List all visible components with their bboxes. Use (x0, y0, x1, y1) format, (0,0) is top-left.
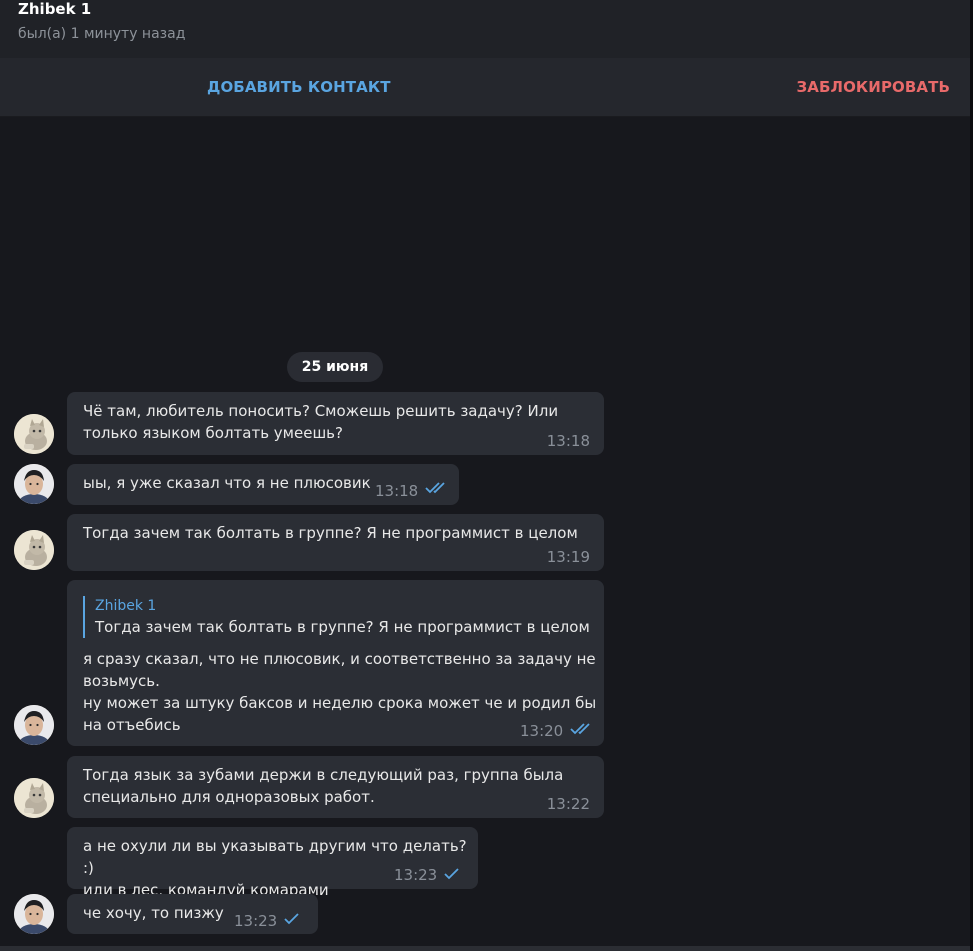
reply-author: Zhibek 1 (95, 598, 157, 614)
message-time: 13:19 (546, 548, 590, 566)
double-check-icon (425, 482, 445, 494)
chat-header[interactable]: Zhibek 1 был(а) 1 минуту назад (0, 0, 973, 59)
user-avatar[interactable] (14, 705, 54, 745)
message-bubble[interactable]: а не охули ли вы указывать другим что де… (67, 827, 478, 899)
single-check-icon (284, 913, 299, 925)
reply-text: Тогда зачем так болтать в группе? Я не п… (95, 618, 590, 636)
message-time: 13:22 (546, 795, 590, 813)
single-check-icon (444, 868, 459, 880)
user-avatar[interactable] (14, 894, 54, 934)
message-time: 13:20 (520, 722, 564, 740)
user-avatar[interactable] (14, 464, 54, 504)
message-time: 13:18 (546, 432, 590, 450)
message-bubble[interactable]: ыы, я уже сказал что я не плюсовик 13:18 (67, 464, 459, 505)
message-text: Чё там, любитель поносить? Сможешь решит… (83, 402, 559, 442)
last-seen-status: был(а) 1 минуту назад (18, 26, 186, 42)
cat-avatar[interactable] (14, 778, 54, 818)
double-check-icon (570, 723, 590, 735)
cat-avatar[interactable] (14, 414, 54, 454)
message-time: 13:23 (234, 912, 278, 930)
message-bubble[interactable]: Тогда зачем так болтать в группе? Я не п… (67, 514, 604, 571)
composer-edge (0, 946, 970, 951)
message-bubble[interactable]: че хочу, то пизжу 13:23 (67, 894, 318, 934)
message-time: 13:23 (394, 866, 438, 884)
reply-quote[interactable]: Zhibek 1 Тогда зачем так болтать в групп… (83, 596, 590, 638)
message-bubble[interactable]: Чё там, любитель поносить? Сможешь решит… (67, 392, 604, 455)
message-text: Тогда зачем так болтать в группе? Я не п… (83, 524, 578, 542)
block-user-button[interactable]: ЗАБЛОКИРОВАТЬ (797, 78, 950, 96)
message-text: че хочу, то пизжу (83, 904, 224, 922)
message-time: 13:18 (375, 482, 419, 500)
add-contact-button[interactable]: ДОБАВИТЬ КОНТАКТ (207, 78, 391, 96)
message-text: Тогда язык за зубами держи в следующий р… (83, 766, 564, 806)
date-separator: 25 июня (287, 352, 383, 382)
chat-title[interactable]: Zhibek 1 (18, 0, 91, 18)
contact-action-bar: ДОБАВИТЬ КОНТАКТ ЗАБЛОКИРОВАТЬ (0, 58, 970, 117)
message-text: ыы, я уже сказал что я не плюсовик (83, 474, 371, 492)
message-bubble[interactable]: Тогда язык за зубами держи в следующий р… (67, 756, 604, 818)
message-bubble[interactable]: Zhibek 1 Тогда зачем так болтать в групп… (67, 580, 604, 746)
cat-avatar[interactable] (14, 530, 54, 570)
